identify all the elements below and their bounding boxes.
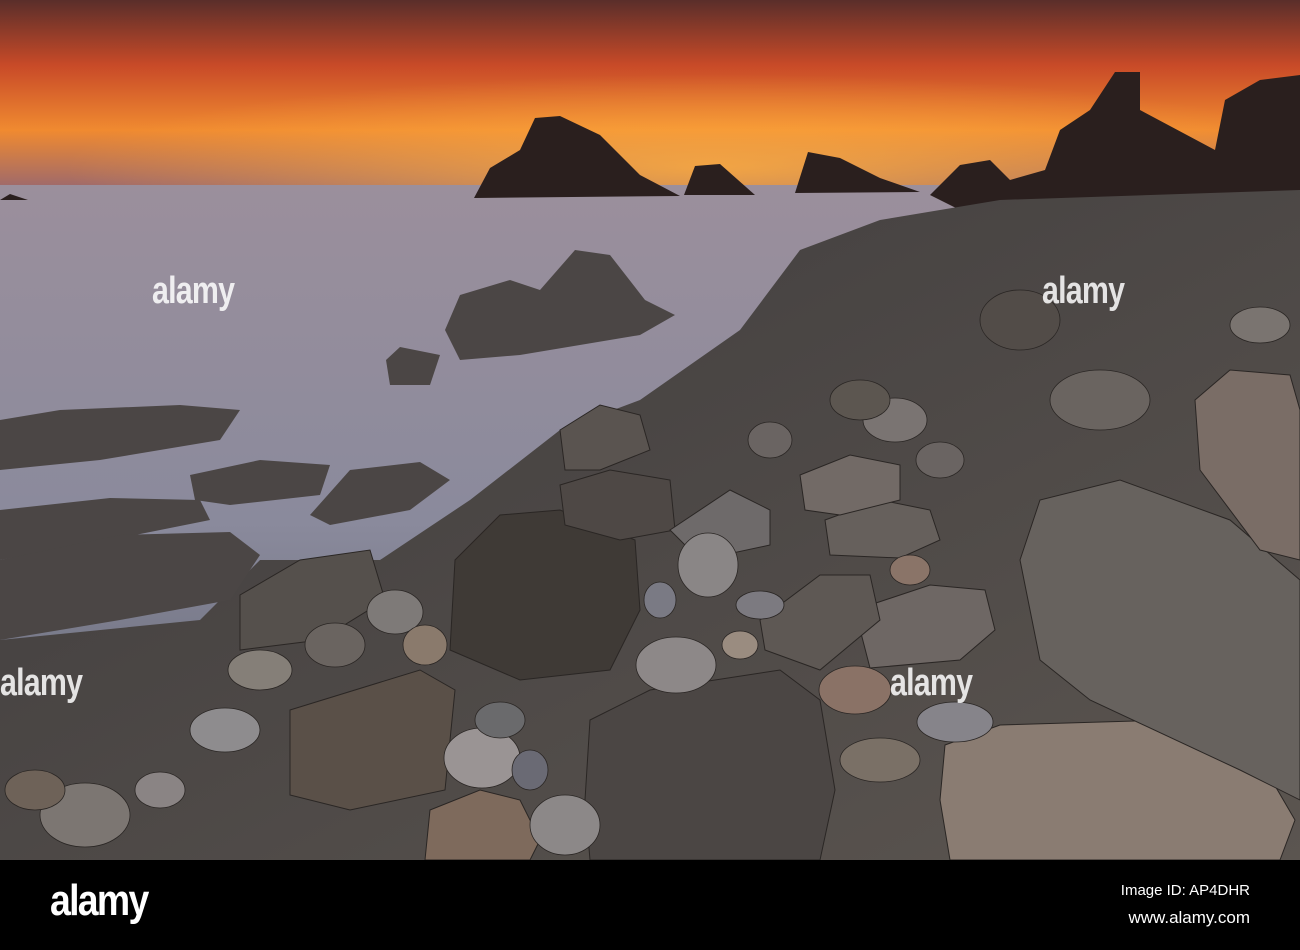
watermark: alamy bbox=[890, 662, 973, 704]
image-id: Image ID: AP4DHR bbox=[1120, 882, 1250, 899]
watermark: alamy bbox=[0, 662, 83, 704]
footer-bar: alamy Image ID: AP4DHR www.alamy.com bbox=[0, 860, 1300, 950]
coastal-sunset-photo bbox=[0, 0, 1300, 860]
alamy-logo: alamy bbox=[50, 876, 149, 925]
watermark: alamy bbox=[152, 270, 235, 312]
stock-photo-frame: alamy alamy alamy alamy alamy Image ID: … bbox=[0, 0, 1300, 950]
website-link[interactable]: www.alamy.com bbox=[1128, 908, 1250, 928]
watermark: alamy bbox=[1042, 270, 1125, 312]
